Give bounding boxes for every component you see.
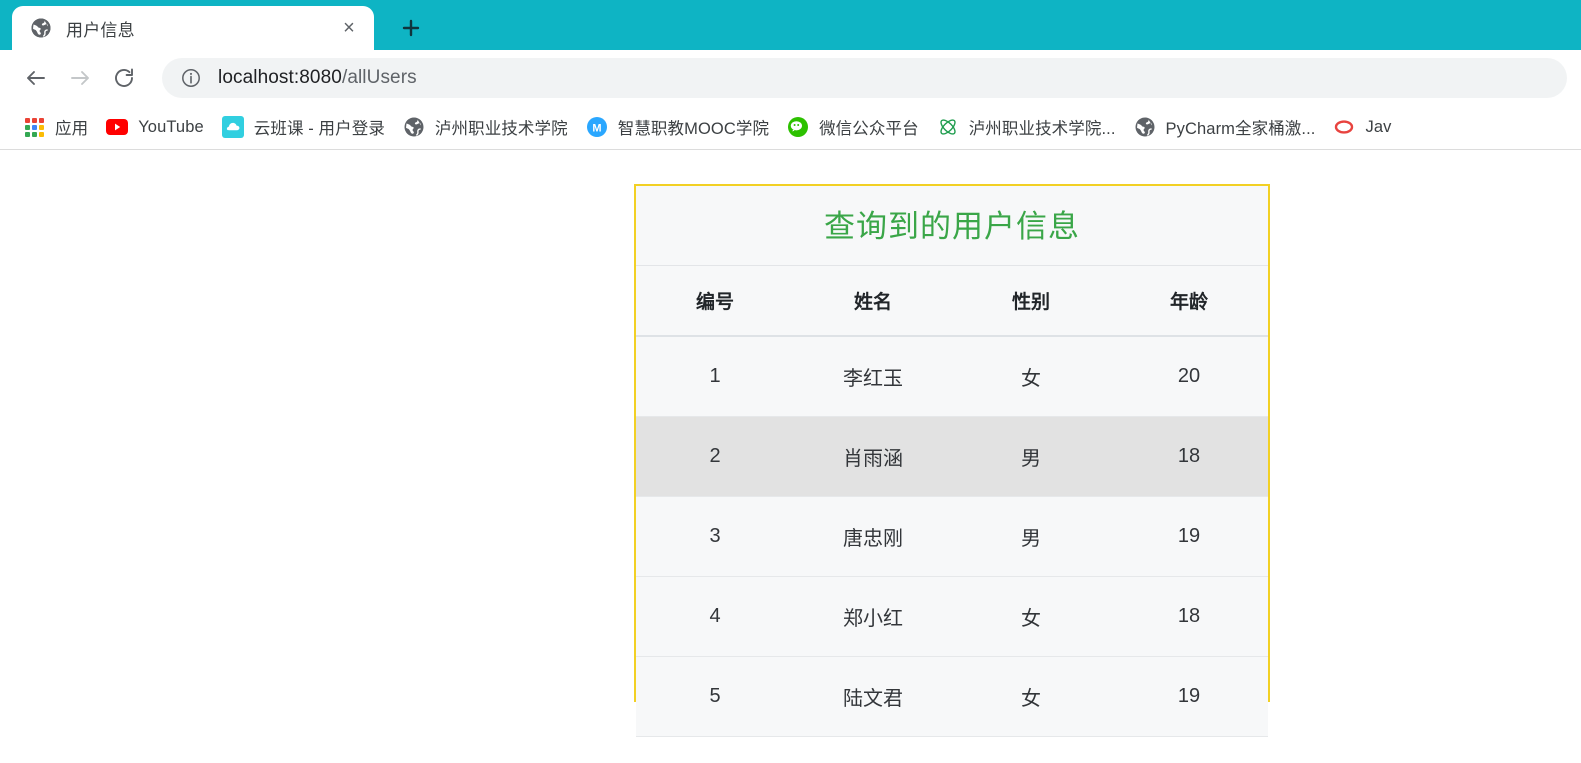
bookmark-mooc[interactable]: M 智慧职教MOOC学院 [577, 110, 778, 144]
table-row[interactable]: 4 郑小红 女 18 [636, 576, 1268, 658]
plus-icon [402, 19, 420, 37]
table-row[interactable]: 2 肖雨涵 男 18 [636, 416, 1268, 498]
cell-age: 18 [1110, 576, 1268, 658]
cell-name: 唐忠刚 [794, 496, 952, 578]
bookmark-label: YouTube [138, 117, 204, 136]
cell-name: 肖雨涵 [794, 416, 952, 498]
bookmark-label: PyCharm全家桶激... [1165, 120, 1316, 138]
browser-window: 用户信息 × localhost:8080/allUsers 应用 YouTub… [0, 0, 1581, 763]
cell-age: 19 [1110, 656, 1268, 738]
reload-button[interactable] [102, 56, 146, 100]
cell-gender: 男 [952, 416, 1110, 498]
browser-toolbar: localhost:8080/allUsers [0, 50, 1581, 105]
bookmark-java[interactable]: Jav [1324, 110, 1400, 144]
bookmark-apps[interactable]: 应用 [14, 110, 97, 144]
url-host: localhost:8080 [218, 66, 342, 88]
column-header-age: 年龄 [1110, 265, 1268, 338]
mooc-m-icon: M [586, 116, 608, 138]
bookmark-luzhou-college-2[interactable]: 泸州职业技术学院... [928, 110, 1125, 144]
forward-button[interactable] [58, 56, 102, 100]
bookmark-label: 微信公众平台 [819, 120, 919, 138]
cell-id: 2 [636, 416, 794, 498]
new-tab-button[interactable] [388, 6, 434, 50]
cell-name: 陆文君 [794, 656, 952, 738]
bookmark-youtube[interactable]: YouTube [97, 110, 213, 144]
back-button[interactable] [14, 56, 58, 100]
forward-arrow-icon [71, 70, 89, 85]
site-info-icon[interactable] [180, 67, 202, 89]
youtube-icon [106, 116, 129, 138]
cloud-icon [221, 116, 244, 138]
reload-icon [115, 68, 133, 87]
cell-age: 18 [1110, 416, 1268, 498]
cell-gender: 女 [952, 656, 1110, 738]
globe-icon [403, 116, 425, 138]
bookmark-pycharm[interactable]: PyCharm全家桶激... [1125, 110, 1325, 144]
column-header-id: 编号 [636, 265, 794, 338]
url-path: /allUsers [341, 66, 417, 88]
bookmark-luzhou-college[interactable]: 泸州职业技术学院 [394, 110, 577, 144]
cell-age: 20 [1110, 336, 1268, 418]
address-bar[interactable]: localhost:8080/allUsers [162, 57, 1567, 98]
cell-id: 5 [636, 656, 794, 738]
column-header-name: 姓名 [794, 265, 952, 338]
page-title: 查询到的用户信息 [824, 209, 1080, 244]
globe-icon [30, 17, 52, 39]
apps-grid-icon [23, 116, 45, 138]
bookmark-yunbanke[interactable]: 云班课 - 用户登录 [213, 110, 394, 144]
cell-id: 4 [636, 576, 794, 658]
bookmark-label: 应用 [55, 120, 89, 138]
svg-text:M: M [592, 122, 601, 134]
users-panel: 查询到的用户信息 编号 姓名 性别 年龄 1 李红玉 女 20 2 肖雨涵 男 … [634, 184, 1270, 738]
bookmark-label: 泸州职业技术学院 [434, 120, 568, 138]
wechat-icon [787, 116, 809, 138]
address-bar-text: localhost:8080/allUsers [218, 67, 417, 89]
tab-title: 用户信息 [66, 20, 135, 40]
table-row[interactable]: 3 唐忠刚 男 19 [636, 496, 1268, 578]
cell-id: 3 [636, 496, 794, 578]
java-oval-icon [1333, 116, 1355, 138]
cell-id: 1 [636, 336, 794, 418]
bookmark-wechat[interactable]: 微信公众平台 [778, 110, 928, 144]
cell-gender: 男 [952, 496, 1110, 578]
globe-icon [1134, 116, 1156, 138]
table-row[interactable]: 5 陆文君 女 19 [636, 656, 1268, 738]
table-row[interactable]: 1 李红玉 女 20 [636, 336, 1268, 418]
column-header-gender: 性别 [952, 265, 1110, 338]
cell-name: 李红玉 [794, 336, 952, 418]
cell-age: 19 [1110, 496, 1268, 578]
table-header-row: 编号 姓名 性别 年龄 [636, 265, 1268, 338]
bookmarks-bar: 应用 YouTube 云班课 - 用户登录 泸州职业技术学院 M 智慧职教MOO… [0, 105, 1581, 150]
bookmark-label: Jav [1365, 117, 1392, 136]
cell-gender: 女 [952, 336, 1110, 418]
atom-icon [937, 116, 959, 138]
bookmark-label: 泸州职业技术学院... [968, 120, 1116, 138]
close-icon[interactable]: × [336, 15, 362, 41]
users-table: 编号 姓名 性别 年龄 1 李红玉 女 20 2 肖雨涵 男 18 3 唐忠刚 … [636, 265, 1268, 738]
browser-tab[interactable]: 用户信息 × [12, 6, 374, 50]
back-arrow-icon [27, 70, 45, 85]
cell-gender: 女 [952, 576, 1110, 658]
cell-name: 郑小红 [794, 576, 952, 658]
bookmark-label: 云班课 - 用户登录 [253, 120, 385, 138]
page-viewport: 查询到的用户信息 编号 姓名 性别 年龄 1 李红玉 女 20 2 肖雨涵 男 … [0, 151, 1581, 763]
tab-strip: 用户信息 × [0, 0, 1581, 50]
bookmark-label: 智慧职教MOOC学院 [617, 120, 770, 138]
